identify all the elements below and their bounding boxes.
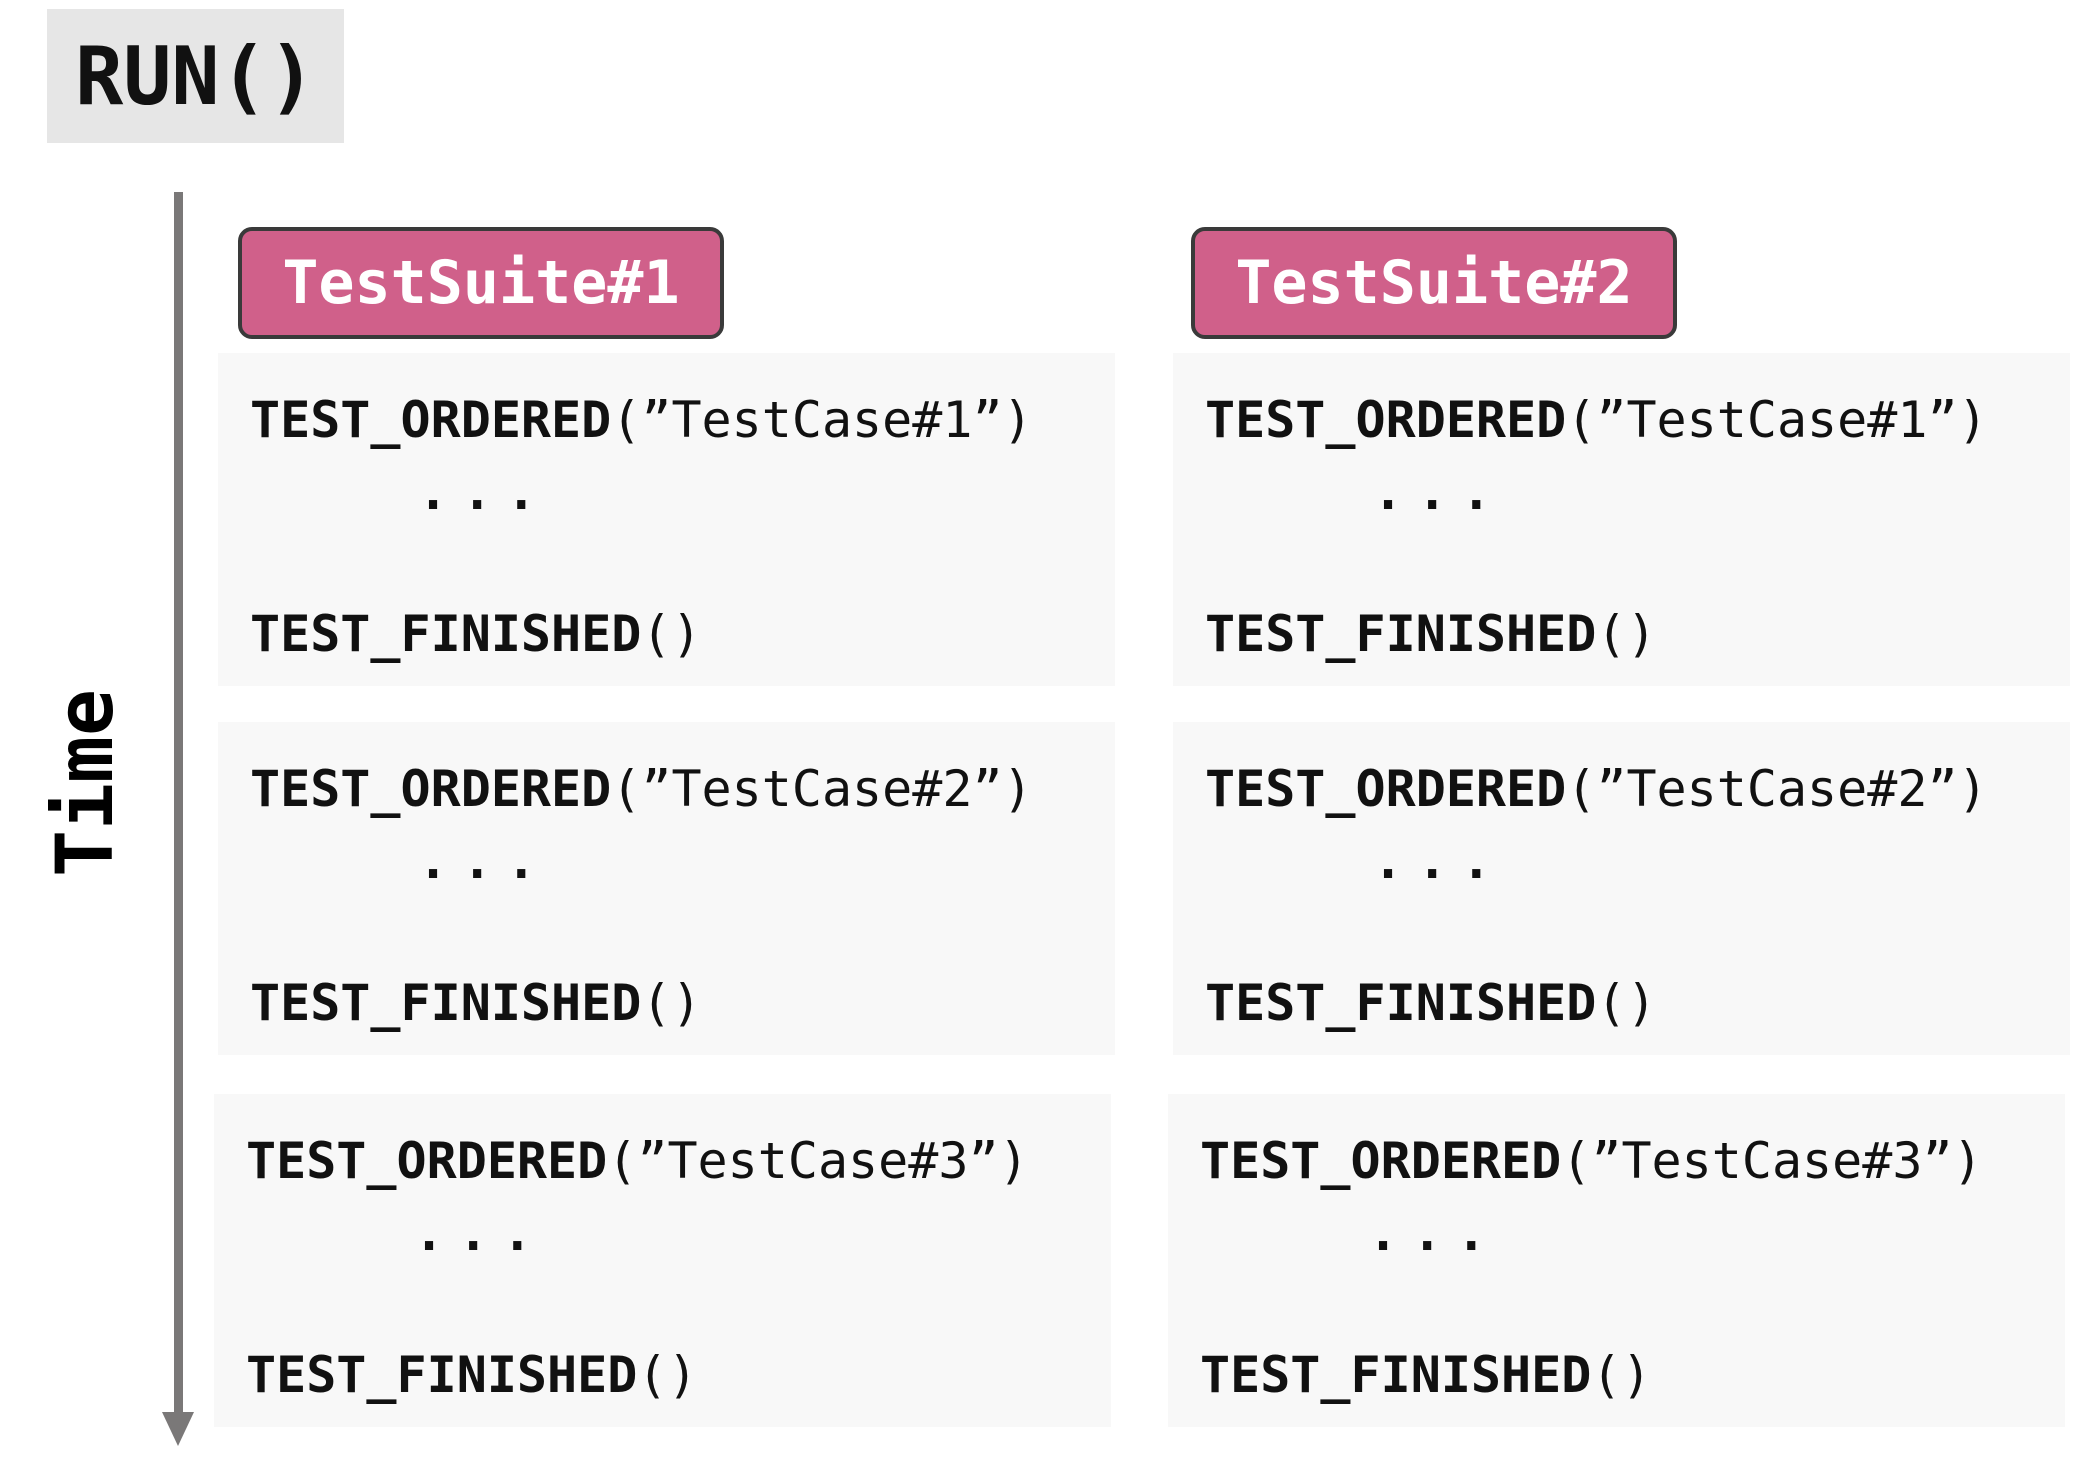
suite-label-2: TestSuite#2: [1191, 227, 1677, 339]
test-finished-keyword: TEST_FINISHED: [1205, 974, 1597, 1032]
test-ordered-keyword: TEST_ORDERED: [1200, 1132, 1562, 1190]
test-finished-line: TEST_FINISHED(): [250, 605, 702, 663]
time-axis: [162, 192, 194, 1452]
ellipsis: ...: [418, 463, 551, 521]
test-ordered-arg: (”TestCase#2”): [611, 760, 1033, 818]
test-ordered-arg: (”TestCase#2”): [1566, 760, 1988, 818]
test-finished-line: TEST_FINISHED(): [246, 1346, 698, 1404]
test-finished-keyword: TEST_FINISHED: [246, 1346, 638, 1404]
test-finished-line: TEST_FINISHED(): [250, 974, 702, 1032]
test-case-block: TEST_ORDERED(”TestCase#1”) ... TEST_FINI…: [1173, 353, 2070, 686]
test-ordered-line: TEST_ORDERED(”TestCase#2”): [250, 760, 1033, 818]
test-ordered-arg: (”TestCase#3”): [1561, 1132, 1983, 1190]
time-axis-label: Time: [41, 689, 131, 877]
time-axis-line: [174, 192, 183, 1417]
test-ordered-arg: (”TestCase#1”): [611, 391, 1033, 449]
test-ordered-line: TEST_ORDERED(”TestCase#2”): [1205, 760, 1988, 818]
ellipsis: ...: [414, 1204, 547, 1262]
test-finished-arg: (): [637, 1346, 698, 1404]
test-ordered-keyword: TEST_ORDERED: [250, 391, 612, 449]
test-finished-arg: (): [1596, 605, 1657, 663]
test-finished-arg: (): [641, 974, 702, 1032]
ellipsis: ...: [1373, 832, 1506, 890]
test-finished-keyword: TEST_FINISHED: [1200, 1346, 1592, 1404]
test-ordered-keyword: TEST_ORDERED: [1205, 760, 1567, 818]
test-case-block: TEST_ORDERED(”TestCase#1”) ... TEST_FINI…: [218, 353, 1115, 686]
test-ordered-line: TEST_ORDERED(”TestCase#1”): [250, 391, 1033, 449]
ellipsis: ...: [1373, 463, 1506, 521]
test-ordered-arg: (”TestCase#1”): [1566, 391, 1988, 449]
test-finished-keyword: TEST_FINISHED: [1205, 605, 1597, 663]
test-ordered-keyword: TEST_ORDERED: [246, 1132, 608, 1190]
test-finished-line: TEST_FINISHED(): [1205, 974, 1657, 1032]
ellipsis: ...: [1368, 1204, 1501, 1262]
test-finished-arg: (): [641, 605, 702, 663]
test-finished-keyword: TEST_FINISHED: [250, 974, 642, 1032]
test-finished-arg: (): [1596, 974, 1657, 1032]
test-ordered-keyword: TEST_ORDERED: [1205, 391, 1567, 449]
test-case-block: TEST_ORDERED(”TestCase#3”) ... TEST_FINI…: [214, 1094, 1111, 1427]
test-ordered-line: TEST_ORDERED(”TestCase#1”): [1205, 391, 1988, 449]
test-ordered-keyword: TEST_ORDERED: [250, 760, 612, 818]
test-ordered-line: TEST_ORDERED(”TestCase#3”): [246, 1132, 1029, 1190]
time-axis-arrow-icon: [162, 1412, 194, 1446]
test-case-block: TEST_ORDERED(”TestCase#2”) ... TEST_FINI…: [1173, 722, 2070, 1055]
run-label: RUN(): [47, 9, 344, 143]
suite-label-1: TestSuite#1: [238, 227, 724, 339]
test-finished-line: TEST_FINISHED(): [1200, 1346, 1652, 1404]
test-finished-line: TEST_FINISHED(): [1205, 605, 1657, 663]
test-case-block: TEST_ORDERED(”TestCase#3”) ... TEST_FINI…: [1168, 1094, 2065, 1427]
test-ordered-arg: (”TestCase#3”): [607, 1132, 1029, 1190]
test-case-block: TEST_ORDERED(”TestCase#2”) ... TEST_FINI…: [218, 722, 1115, 1055]
ellipsis: ...: [418, 832, 551, 890]
test-finished-keyword: TEST_FINISHED: [250, 605, 642, 663]
test-finished-arg: (): [1591, 1346, 1652, 1404]
test-ordered-line: TEST_ORDERED(”TestCase#3”): [1200, 1132, 1983, 1190]
